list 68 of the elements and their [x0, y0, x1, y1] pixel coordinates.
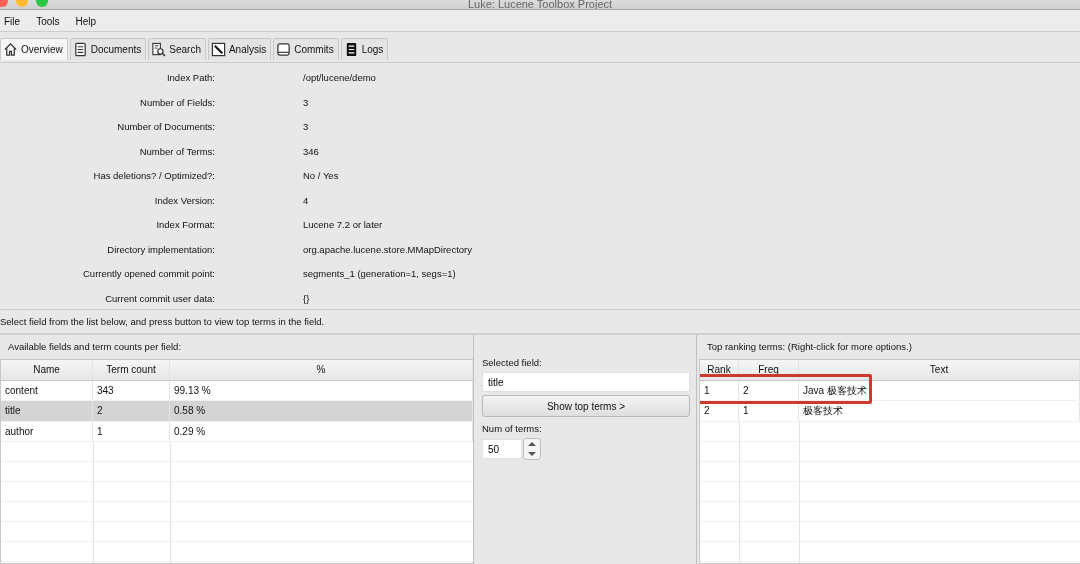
field-value: 4 — [303, 193, 310, 206]
table-row[interactable]: 2 1 极客技术 — [700, 401, 1080, 422]
field-value: No / Yes — [303, 169, 340, 181]
table-cell: 2 — [93, 401, 170, 421]
field-label: Selected field: — [482, 357, 543, 368]
table-cell: 2 — [700, 401, 739, 421]
field-label: Current commit user data: — [104, 291, 215, 306]
table-cell: 1 — [739, 401, 799, 421]
selected-field-input[interactable]: title — [482, 372, 690, 392]
field-label: Index Format: — [155, 218, 215, 232]
table-cell: 1 — [93, 421, 170, 441]
instruction-text: Select field from the list below, and press button to view top terms in the field. — [0, 309, 1080, 333]
table-cell: 343 — [93, 380, 170, 400]
column-header[interactable]: Text — [799, 360, 1080, 380]
field-label: Number of Fields: — [139, 95, 215, 110]
tab[interactable]: Analysis — [207, 38, 272, 60]
column-header[interactable]: Term count — [93, 360, 170, 380]
house-icon — [3, 42, 18, 57]
tab[interactable]: Logs — [340, 38, 389, 60]
field-value: 3 — [303, 95, 310, 108]
panel-title: Available fields and term counts per field: — [7, 340, 183, 354]
field-label: Index Version: — [153, 193, 215, 208]
table-cell: title — [1, 401, 93, 421]
table-cell: 极客技术 — [799, 401, 1080, 421]
column-header[interactable]: Rank — [700, 360, 739, 380]
field-label: Num of terms: — [482, 423, 543, 434]
document-icon — [72, 42, 88, 57]
table-row[interactable]: 1 2 Java 极客技术 — [700, 380, 1080, 401]
table-row[interactable]: author 1 0.29 % — [1, 421, 473, 442]
drive-icon — [276, 42, 292, 57]
table-cell: content — [1, 380, 93, 400]
field-value: Lucene 7.2 or later — [303, 218, 384, 230]
table-row[interactable]: title 2 0.58 % — [1, 401, 473, 422]
field-label: Number of Documents: — [116, 120, 215, 134]
table-cell: 2 — [739, 380, 799, 400]
show-top-terms-button[interactable]: Show top terms > — [482, 395, 690, 417]
tab[interactable]: Commits — [273, 38, 339, 60]
menu-item[interactable]: File — [4, 15, 21, 31]
number-input[interactable]: 50 — [482, 439, 522, 459]
field-value: segments_1 (generation=1, segs=1) — [303, 267, 457, 279]
field-value: org.apache.lucene.store.MMapDirectory — [303, 242, 473, 255]
field-label: Currently opened commit point: — [82, 267, 215, 281]
menu-item[interactable]: Tools — [36, 15, 60, 31]
column-header[interactable]: Freq — [739, 360, 799, 380]
wand-icon — [210, 42, 226, 57]
field-value: {} — [303, 291, 311, 304]
tab[interactable]: Documents — [69, 38, 147, 60]
table-cell: Java 极客技术 — [799, 380, 1080, 400]
table-cell: 1 — [700, 380, 739, 400]
panel-title: Top ranking terms: (Right-click for more options.) — [706, 340, 913, 354]
column-header[interactable]: % — [170, 360, 473, 380]
menu-item[interactable]: Help — [75, 15, 97, 31]
stepper-icon[interactable] — [523, 438, 541, 460]
field-label: Has deletions? / Optimized?: — [92, 169, 215, 183]
table-cell: 0.58 % — [170, 401, 473, 421]
search-icon — [151, 42, 167, 57]
field-value: /opt/lucene/demo — [303, 71, 377, 83]
field-label: Index Path: — [165, 71, 215, 85]
field-label: Number of Terms: — [138, 144, 215, 159]
tab[interactable]: Search — [148, 38, 206, 60]
tab[interactable]: Overview — [0, 38, 68, 60]
field-value: 346 — [303, 144, 320, 157]
table-cell: 0.29 % — [170, 421, 473, 441]
table-cell: author — [1, 421, 93, 441]
column-header[interactable]: Name — [1, 360, 93, 380]
field-value: 3 — [303, 120, 310, 132]
field-label: Directory implementation: — [106, 242, 215, 257]
table-cell: 99.13 % — [170, 380, 473, 400]
